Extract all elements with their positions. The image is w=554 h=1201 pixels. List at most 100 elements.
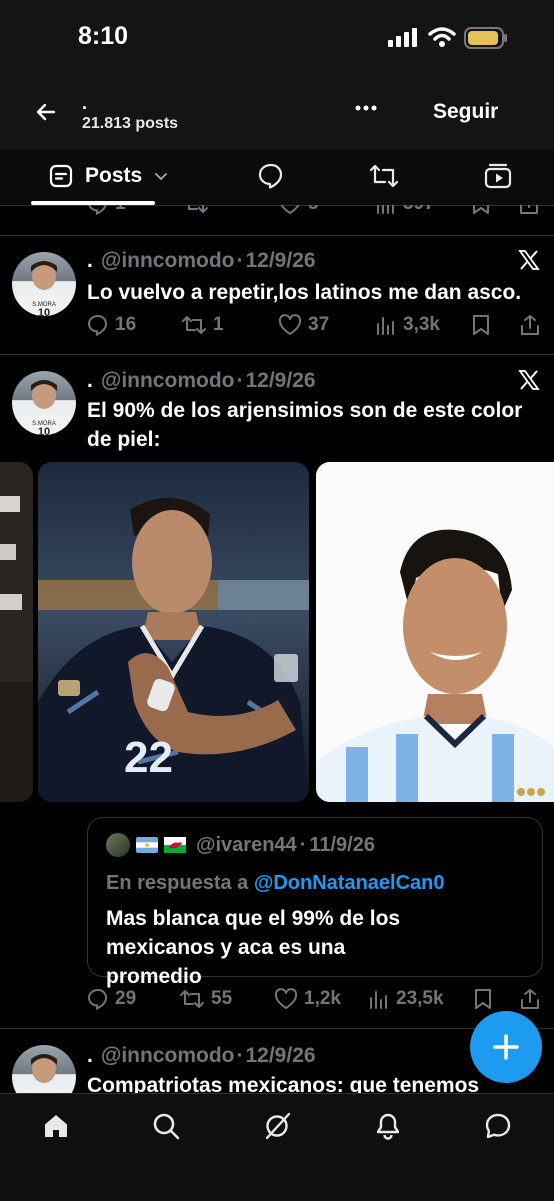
jersey-number: 22: [124, 733, 173, 782]
home-icon: [45, 1115, 67, 1137]
repost-action[interactable]: 1: [181, 314, 224, 336]
views-action[interactable]: 3,3k: [375, 314, 440, 336]
wifi-icon: [428, 26, 456, 48]
views-count: 3,3k: [403, 314, 440, 335]
tab-posts[interactable]: Posts: [49, 164, 168, 188]
media-image-portrait[interactable]: [316, 462, 554, 802]
quote-handle[interactable]: @ivaren44: [196, 834, 297, 857]
separator-dot: ·: [236, 1044, 244, 1067]
avatar[interactable]: S.MORA 10: [12, 252, 76, 316]
share-icon: [520, 205, 538, 214]
repost-count: 1: [213, 314, 224, 335]
like-action[interactable]: 37: [278, 314, 329, 336]
like-icon: [274, 988, 298, 1009]
repost-icon: [182, 316, 206, 334]
like-count: 1,2k: [304, 988, 341, 1009]
quoted-tweet[interactable]: @ivaren44 · 11/9/26 En respuesta a @DonN…: [87, 817, 543, 988]
status-bar: 8:10: [0, 0, 554, 80]
author-handle[interactable]: @inncomodo: [101, 1044, 235, 1068]
author-name: .: [87, 1044, 93, 1067]
reply-action[interactable]: 16: [87, 314, 136, 336]
bell-icon: [376, 1113, 400, 1140]
battery-icon: [464, 27, 508, 49]
bookmark-button[interactable]: [473, 988, 493, 1010]
reply-mention[interactable]: @DonNatanaelCan0: [254, 872, 445, 894]
replies-tab-icon: [258, 163, 283, 189]
profile-tabs: Posts: [0, 150, 554, 206]
author-handle[interactable]: @inncomodo: [101, 369, 235, 393]
tweet-date[interactable]: 12/9/26: [245, 249, 315, 273]
views-action[interactable]: 23,5k: [368, 988, 444, 1010]
quote-text: Mas blanca que el 99% de los mexicanos y…: [106, 907, 401, 988]
tweet-text: El 90% de los arjensimios son de este co…: [87, 399, 523, 451]
media-tab-icon: [484, 163, 512, 189]
tweet-date[interactable]: 12/9/26: [245, 1044, 315, 1068]
chevron-down-icon: [155, 173, 168, 181]
tab-posts-label: Posts: [85, 164, 143, 187]
profile-header: . 21.813 posts Seguir: [0, 80, 554, 150]
signal-icon: [388, 27, 418, 47]
messages-icon: [485, 1113, 511, 1139]
nav-messages[interactable]: [484, 1112, 512, 1140]
reply-icon: [87, 988, 108, 1010]
bookmark-button[interactable]: [471, 314, 491, 336]
nav-grok[interactable]: [263, 1112, 291, 1140]
media-image-partial[interactable]: [0, 462, 33, 802]
tweet-2[interactable]: S.MORA 10 . @inncomodo · 12/9/26 El 90% …: [0, 355, 554, 1028]
grok-icon: [265, 1112, 291, 1140]
more-button[interactable]: [354, 102, 378, 114]
views-count: 397: [403, 205, 435, 215]
nav-notifications[interactable]: [374, 1112, 402, 1140]
repost-icon: [180, 990, 204, 1008]
quote-header: @ivaren44 · 11/9/26: [106, 833, 375, 857]
post-count: 21.813 posts: [82, 115, 179, 132]
separator-dot: ·: [236, 249, 244, 272]
reply-count: 16: [115, 314, 137, 335]
like-action[interactable]: 5: [278, 205, 319, 215]
tab-reposts[interactable]: [368, 162, 400, 190]
share-icon: [521, 315, 539, 335]
quote-avatar[interactable]: [106, 833, 130, 857]
tweet-date[interactable]: 12/9/26: [245, 369, 315, 393]
repost-count: 55: [211, 988, 233, 1009]
share-button[interactable]: [518, 205, 540, 215]
reply-action[interactable]: 1: [87, 205, 126, 215]
tab-replies[interactable]: [257, 162, 285, 190]
tweet-text: Lo vuelvo a repetir,los latinos me dan a…: [87, 281, 522, 304]
avatar[interactable]: S.MORA 10: [12, 371, 76, 435]
reply-count: 29: [115, 988, 137, 1009]
avatar[interactable]: S.MORA: [12, 1045, 76, 1093]
partial-action-row: 1 5 397: [87, 205, 547, 218]
back-button[interactable]: [34, 100, 58, 124]
media-image-player[interactable]: 22: [38, 462, 309, 802]
share-button[interactable]: [519, 314, 541, 336]
share-icon: [521, 989, 539, 1009]
nav-home[interactable]: [42, 1112, 70, 1140]
views-action[interactable]: 397: [375, 205, 435, 215]
bookmark-button[interactable]: [471, 205, 491, 215]
separator-dot: ·: [299, 833, 307, 856]
compose-button[interactable]: [470, 1011, 542, 1083]
repost-icon: [188, 205, 208, 213]
like-icon: [278, 314, 302, 335]
reply-action[interactable]: 29: [87, 988, 136, 1010]
tab-media[interactable]: [483, 162, 513, 190]
follow-button[interactable]: Seguir: [433, 100, 498, 124]
reply-prefix: En respuesta a: [106, 872, 254, 894]
avatar-number: 10: [38, 307, 50, 316]
views-count: 23,5k: [396, 988, 444, 1009]
author-handle[interactable]: @inncomodo: [101, 249, 235, 273]
avatar-number: 10: [38, 426, 50, 435]
profile-name: .: [82, 93, 88, 113]
reply-count: 1: [115, 205, 126, 215]
share-button[interactable]: [519, 988, 541, 1010]
views-icon: [377, 205, 394, 214]
x-logo-icon: [518, 249, 540, 271]
repost-action[interactable]: 55: [179, 988, 232, 1010]
repost-action[interactable]: [183, 205, 209, 215]
nav-search[interactable]: [152, 1112, 180, 1140]
tweet-1[interactable]: S.MORA 10 . @inncomodo · 12/9/26 Lo vuel…: [0, 236, 554, 354]
like-action[interactable]: 1,2k: [274, 988, 341, 1010]
author-name: .: [87, 369, 93, 392]
bookmark-icon: [473, 205, 489, 214]
